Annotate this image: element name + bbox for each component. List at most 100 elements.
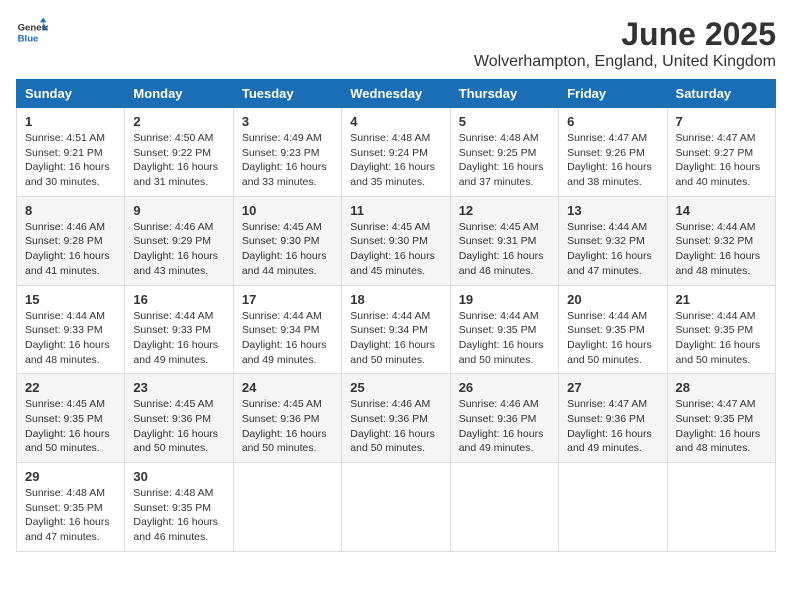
- day-info: Sunrise: 4:50 AMSunset: 9:22 PMDaylight:…: [133, 131, 224, 190]
- day-info: Sunrise: 4:45 AMSunset: 9:35 PMDaylight:…: [25, 397, 116, 456]
- day-number: 16: [133, 292, 224, 307]
- calendar-day-cell: 5 Sunrise: 4:48 AMSunset: 9:25 PMDaylight…: [450, 108, 558, 197]
- calendar-week-row: 1 Sunrise: 4:51 AMSunset: 9:21 PMDaylight…: [17, 108, 776, 197]
- day-number: 2: [133, 114, 224, 129]
- day-number: 22: [25, 380, 116, 395]
- calendar-day-cell: 30Sunrise: 4:48 AMSunset: 9:35 PMDayligh…: [125, 463, 233, 552]
- day-info: Sunrise: 4:46 AMSunset: 9:29 PMDaylight:…: [133, 220, 224, 279]
- calendar-day-cell: 1 Sunrise: 4:51 AMSunset: 9:21 PMDaylight…: [17, 108, 125, 197]
- day-info: Sunrise: 4:48 AMSunset: 9:35 PMDaylight:…: [133, 486, 224, 545]
- day-info: Sunrise: 4:47 AMSunset: 9:36 PMDaylight:…: [567, 397, 658, 456]
- calendar-day-cell: 22 Sunrise: 4:45 AMSunset: 9:35 PMDayligh…: [17, 374, 125, 463]
- day-number: 13: [567, 203, 658, 218]
- day-number: 29: [25, 469, 116, 484]
- logo-icon: General Blue: [16, 16, 48, 48]
- calendar-week-row: 15 Sunrise: 4:44 AMSunset: 9:33 PMDayligh…: [17, 285, 776, 374]
- calendar-day-cell: 21Sunrise: 4:44 AMSunset: 9:35 PMDayligh…: [667, 285, 775, 374]
- day-number: 3: [242, 114, 333, 129]
- calendar-empty-cell: [342, 463, 450, 552]
- day-info: Sunrise: 4:45 AMSunset: 9:30 PMDaylight:…: [350, 220, 441, 279]
- page-header: General Blue June 2025 Wolverhampton, En…: [16, 16, 776, 71]
- calendar-day-cell: 26 Sunrise: 4:46 AMSunset: 9:36 PMDayligh…: [450, 374, 558, 463]
- day-number: 25: [350, 380, 441, 395]
- day-number: 26: [459, 380, 550, 395]
- day-info: Sunrise: 4:46 AMSunset: 9:28 PMDaylight:…: [25, 220, 116, 279]
- calendar-empty-cell: [559, 463, 667, 552]
- day-info: Sunrise: 4:48 AMSunset: 9:24 PMDaylight:…: [350, 131, 441, 190]
- weekday-header-friday: Friday: [559, 80, 667, 108]
- day-info: Sunrise: 4:44 AMSunset: 9:32 PMDaylight:…: [676, 220, 767, 279]
- day-info: Sunrise: 4:47 AMSunset: 9:27 PMDaylight:…: [676, 131, 767, 190]
- day-info: Sunrise: 4:44 AMSunset: 9:35 PMDaylight:…: [567, 309, 658, 368]
- calendar-week-row: 22 Sunrise: 4:45 AMSunset: 9:35 PMDayligh…: [17, 374, 776, 463]
- weekday-header-monday: Monday: [125, 80, 233, 108]
- calendar-day-cell: 17 Sunrise: 4:44 AMSunset: 9:34 PMDayligh…: [233, 285, 341, 374]
- location-title: Wolverhampton, England, United Kingdom: [474, 53, 776, 71]
- calendar-day-cell: 19 Sunrise: 4:44 AMSunset: 9:35 PMDayligh…: [450, 285, 558, 374]
- day-info: Sunrise: 4:45 AMSunset: 9:36 PMDaylight:…: [242, 397, 333, 456]
- day-info: Sunrise: 4:45 AMSunset: 9:31 PMDaylight:…: [459, 220, 550, 279]
- weekday-header-sunday: Sunday: [17, 80, 125, 108]
- day-number: 8: [25, 203, 116, 218]
- month-title: June 2025: [474, 16, 776, 53]
- weekday-header-thursday: Thursday: [450, 80, 558, 108]
- calendar-day-cell: 13 Sunrise: 4:44 AMSunset: 9:32 PMDayligh…: [559, 196, 667, 285]
- day-info: Sunrise: 4:44 AMSunset: 9:33 PMDaylight:…: [25, 309, 116, 368]
- day-number: 28: [676, 380, 767, 395]
- day-info: Sunrise: 4:44 AMSunset: 9:35 PMDaylight:…: [459, 309, 550, 368]
- calendar-empty-cell: [450, 463, 558, 552]
- day-number: 19: [459, 292, 550, 307]
- calendar-day-cell: 20 Sunrise: 4:44 AMSunset: 9:35 PMDayligh…: [559, 285, 667, 374]
- calendar-day-cell: 27 Sunrise: 4:47 AMSunset: 9:36 PMDayligh…: [559, 374, 667, 463]
- day-number: 27: [567, 380, 658, 395]
- calendar-empty-cell: [233, 463, 341, 552]
- day-number: 14: [676, 203, 767, 218]
- calendar-day-cell: 11 Sunrise: 4:45 AMSunset: 9:30 PMDayligh…: [342, 196, 450, 285]
- calendar-day-cell: 23 Sunrise: 4:45 AMSunset: 9:36 PMDayligh…: [125, 374, 233, 463]
- day-number: 20: [567, 292, 658, 307]
- day-info: Sunrise: 4:44 AMSunset: 9:32 PMDaylight:…: [567, 220, 658, 279]
- day-info: Sunrise: 4:48 AMSunset: 9:35 PMDaylight:…: [25, 486, 116, 545]
- day-info: Sunrise: 4:48 AMSunset: 9:25 PMDaylight:…: [459, 131, 550, 190]
- calendar-day-cell: 10 Sunrise: 4:45 AMSunset: 9:30 PMDayligh…: [233, 196, 341, 285]
- day-number: 1: [25, 114, 116, 129]
- calendar-day-cell: 6Sunrise: 4:47 AMSunset: 9:26 PMDaylight…: [559, 108, 667, 197]
- calendar-day-cell: 3 Sunrise: 4:49 AMSunset: 9:23 PMDaylight…: [233, 108, 341, 197]
- day-number: 4: [350, 114, 441, 129]
- calendar-empty-cell: [667, 463, 775, 552]
- day-info: Sunrise: 4:44 AMSunset: 9:33 PMDaylight:…: [133, 309, 224, 368]
- day-number: 23: [133, 380, 224, 395]
- day-number: 15: [25, 292, 116, 307]
- calendar-day-cell: 14 Sunrise: 4:44 AMSunset: 9:32 PMDayligh…: [667, 196, 775, 285]
- weekday-header-row: SundayMondayTuesdayWednesdayThursdayFrid…: [17, 80, 776, 108]
- day-number: 10: [242, 203, 333, 218]
- calendar-day-cell: 8 Sunrise: 4:46 AMSunset: 9:28 PMDaylight…: [17, 196, 125, 285]
- day-info: Sunrise: 4:49 AMSunset: 9:23 PMDaylight:…: [242, 131, 333, 190]
- day-info: Sunrise: 4:46 AMSunset: 9:36 PMDaylight:…: [459, 397, 550, 456]
- day-number: 17: [242, 292, 333, 307]
- calendar-day-cell: 2 Sunrise: 4:50 AMSunset: 9:22 PMDaylight…: [125, 108, 233, 197]
- calendar-day-cell: 16 Sunrise: 4:44 AMSunset: 9:33 PMDayligh…: [125, 285, 233, 374]
- calendar-day-cell: 9 Sunrise: 4:46 AMSunset: 9:29 PMDaylight…: [125, 196, 233, 285]
- day-info: Sunrise: 4:51 AMSunset: 9:21 PMDaylight:…: [25, 131, 116, 190]
- weekday-header-saturday: Saturday: [667, 80, 775, 108]
- day-number: 12: [459, 203, 550, 218]
- day-number: 9: [133, 203, 224, 218]
- weekday-header-tuesday: Tuesday: [233, 80, 341, 108]
- calendar-week-row: 8 Sunrise: 4:46 AMSunset: 9:28 PMDaylight…: [17, 196, 776, 285]
- weekday-header-wednesday: Wednesday: [342, 80, 450, 108]
- title-block: June 2025 Wolverhampton, England, United…: [474, 16, 776, 71]
- calendar-day-cell: 15 Sunrise: 4:44 AMSunset: 9:33 PMDayligh…: [17, 285, 125, 374]
- day-number: 5: [459, 114, 550, 129]
- day-info: Sunrise: 4:46 AMSunset: 9:36 PMDaylight:…: [350, 397, 441, 456]
- day-info: Sunrise: 4:47 AMSunset: 9:35 PMDaylight:…: [676, 397, 767, 456]
- day-number: 11: [350, 203, 441, 218]
- day-info: Sunrise: 4:45 AMSunset: 9:30 PMDaylight:…: [242, 220, 333, 279]
- calendar-day-cell: 7Sunrise: 4:47 AMSunset: 9:27 PMDaylight…: [667, 108, 775, 197]
- day-info: Sunrise: 4:45 AMSunset: 9:36 PMDaylight:…: [133, 397, 224, 456]
- day-number: 18: [350, 292, 441, 307]
- calendar-week-row: 29 Sunrise: 4:48 AMSunset: 9:35 PMDayligh…: [17, 463, 776, 552]
- calendar-day-cell: 24Sunrise: 4:45 AMSunset: 9:36 PMDayligh…: [233, 374, 341, 463]
- day-info: Sunrise: 4:44 AMSunset: 9:34 PMDaylight:…: [242, 309, 333, 368]
- calendar-day-cell: 28 Sunrise: 4:47 AMSunset: 9:35 PMDayligh…: [667, 374, 775, 463]
